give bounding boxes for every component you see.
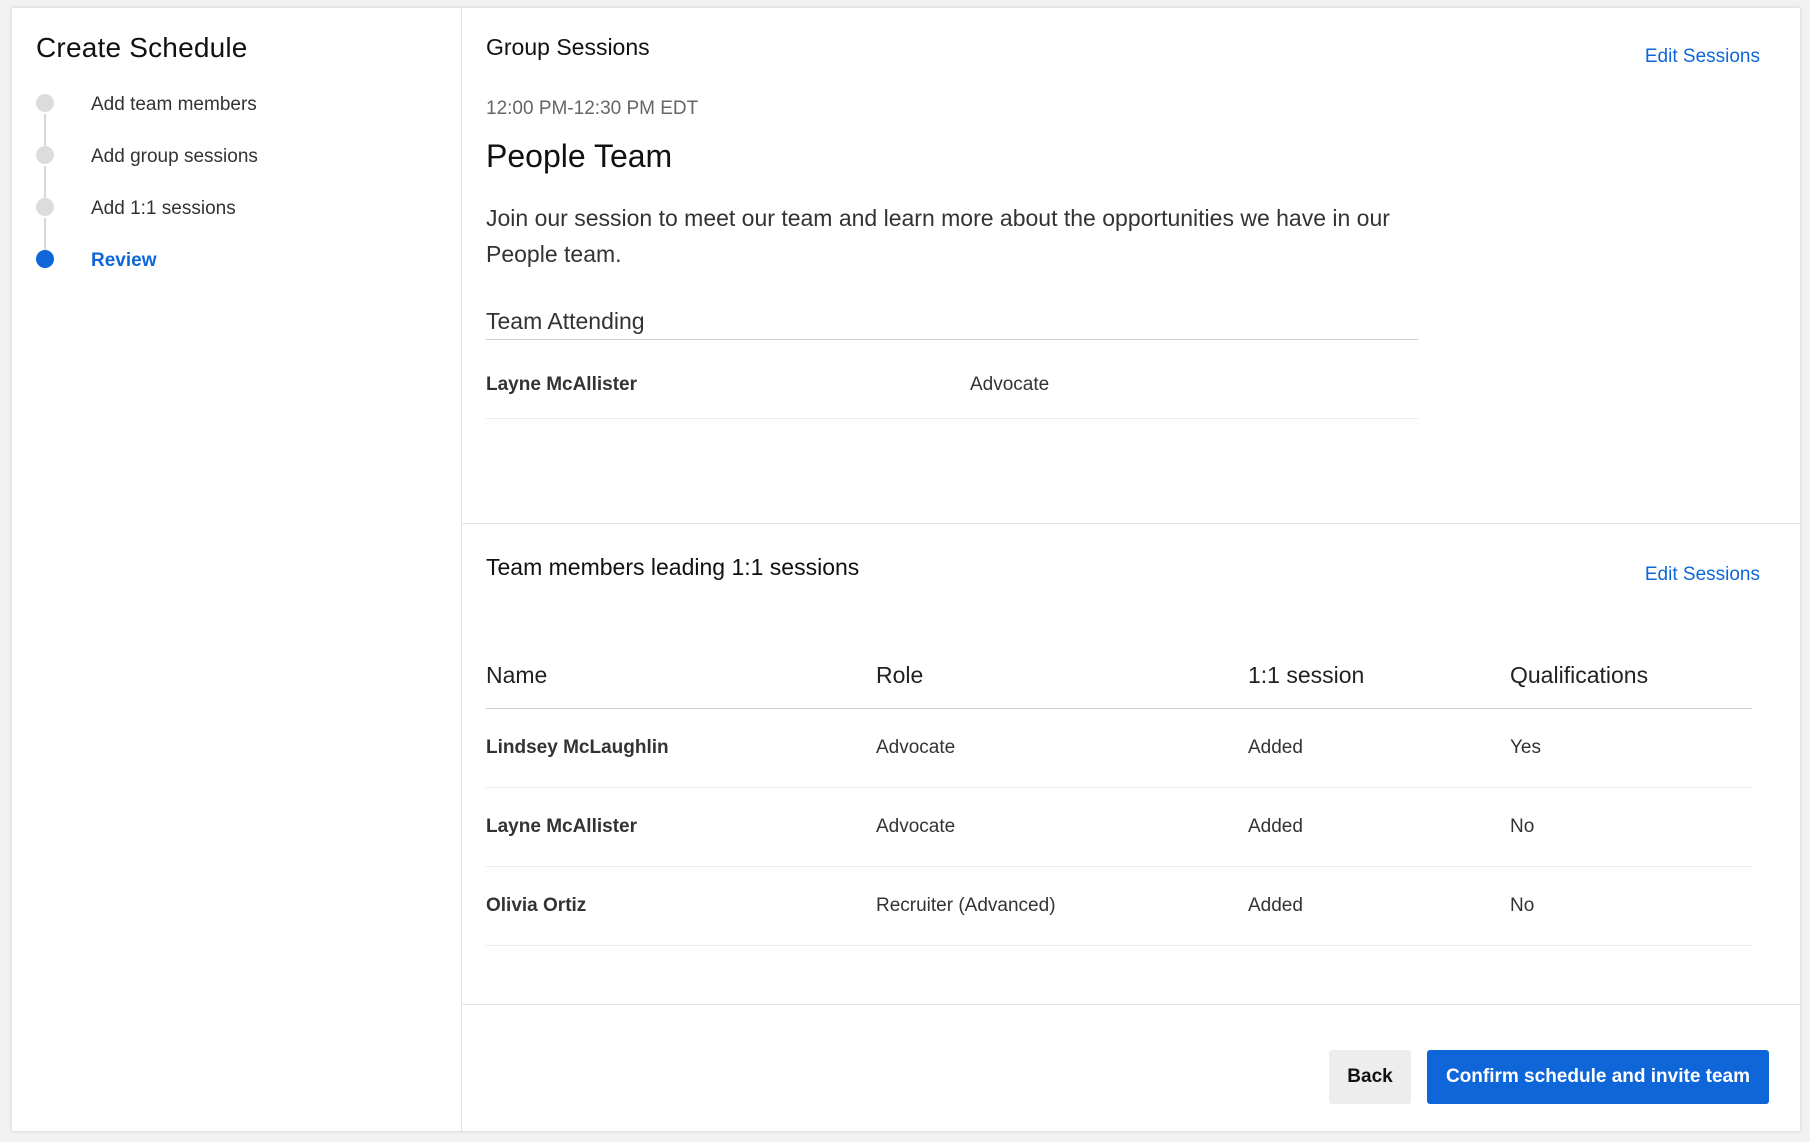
attending-row: Layne McAllister Advocate — [486, 340, 1418, 419]
team-members-table: Name Role 1:1 session Qualifications Lin… — [486, 642, 1752, 946]
column-header-name: Name — [486, 642, 876, 709]
table-header-row: Name Role 1:1 session Qualifications — [486, 642, 1752, 709]
step-connector — [44, 218, 46, 250]
column-header-qualifications: Qualifications — [1510, 642, 1752, 709]
attendee-role: Advocate — [970, 374, 1050, 395]
one-on-one-section: Team members leading 1:1 sessions Edit S… — [462, 524, 1800, 1005]
table-row: Olivia Ortiz Recruiter (Advanced) Added … — [486, 866, 1752, 946]
session-description: Join our session to meet our team and le… — [486, 205, 1390, 267]
step-dot-active-icon — [36, 250, 54, 268]
session-team-name: People Team — [486, 138, 673, 174]
step-label: Add 1:1 sessions — [91, 198, 236, 219]
table-row: Lindsey McLaughlin Advocate Added Yes — [486, 708, 1752, 788]
cell-role: Recruiter (Advanced) — [876, 866, 1248, 946]
cell-qualifications: No — [1510, 866, 1752, 946]
main-content: Group Sessions Edit Sessions 12:00 PM-12… — [462, 8, 1800, 1131]
column-header-role: Role — [876, 642, 1248, 709]
cell-session: Added — [1248, 787, 1510, 867]
table-row: Layne McAllister Advocate Added No — [486, 787, 1752, 867]
step-dot-icon — [36, 146, 54, 164]
cell-role: Advocate — [876, 787, 1248, 867]
session-time: 12:00 PM-12:30 PM EDT — [486, 98, 699, 119]
step-connector — [44, 114, 46, 146]
confirm-schedule-button[interactable]: Confirm schedule and invite team — [1427, 1050, 1769, 1104]
column-header-session: 1:1 session — [1248, 642, 1510, 709]
footer-actions: Back Confirm schedule and invite team — [462, 1005, 1800, 1131]
cell-session: Added — [1248, 866, 1510, 946]
sidebar-title: Create Schedule — [36, 32, 248, 63]
cell-session: Added — [1248, 708, 1510, 788]
step-label-active: Review — [91, 250, 157, 271]
sidebar: Create Schedule Add team members Add gro… — [12, 8, 462, 1131]
group-sessions-title: Group Sessions — [486, 34, 650, 60]
cell-qualifications: No — [1510, 787, 1752, 867]
step-label: Add team members — [91, 94, 257, 115]
cell-qualifications: Yes — [1510, 708, 1752, 788]
cell-name: Layne McAllister — [486, 787, 876, 867]
cell-name: Lindsey McLaughlin — [486, 708, 876, 788]
step-dot-icon — [36, 94, 54, 112]
back-button[interactable]: Back — [1329, 1050, 1411, 1104]
cell-role: Advocate — [876, 708, 1248, 788]
team-attending-label: Team Attending — [486, 308, 645, 334]
one-on-one-title: Team members leading 1:1 sessions — [486, 554, 860, 580]
group-sessions-section: Group Sessions Edit Sessions 12:00 PM-12… — [462, 8, 1800, 524]
attendee-name: Layne McAllister — [486, 374, 637, 395]
step-dot-icon — [36, 198, 54, 216]
cell-name: Olivia Ortiz — [486, 866, 876, 946]
step-label: Add group sessions — [91, 146, 258, 167]
create-schedule-card: Create Schedule Add team members Add gro… — [12, 8, 1800, 1131]
edit-one-on-one-sessions-link[interactable]: Edit Sessions — [1645, 564, 1760, 586]
edit-group-sessions-link[interactable]: Edit Sessions — [1645, 46, 1760, 68]
step-connector — [44, 166, 46, 198]
